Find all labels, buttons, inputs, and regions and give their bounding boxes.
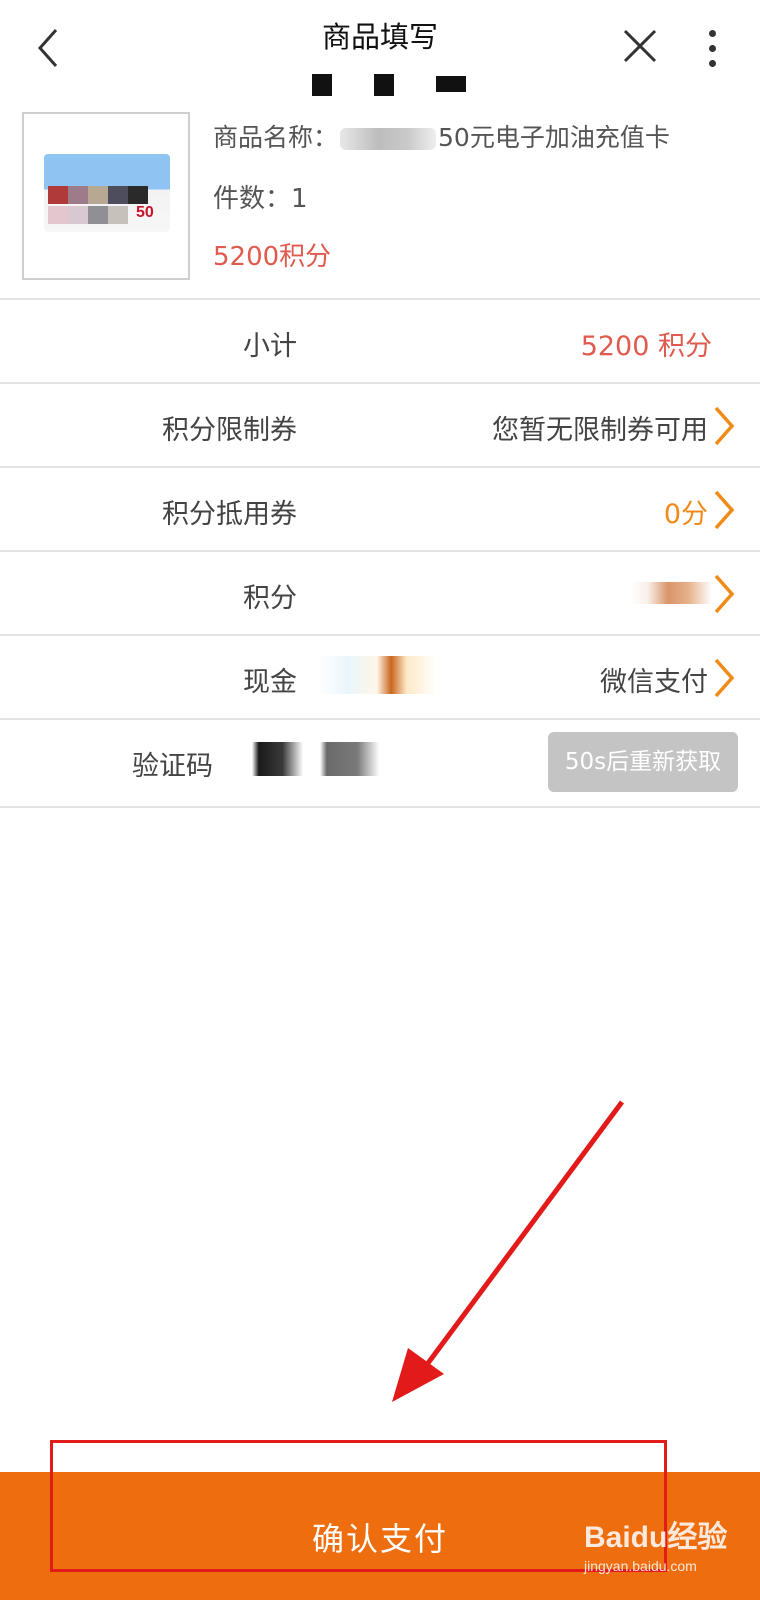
divider (0, 806, 760, 808)
top-bar: 商品填写 (0, 0, 760, 100)
close-icon (623, 29, 657, 63)
baidu-jingyan-watermark: Baidu经验 jingyan.baidu.com (584, 1512, 744, 1592)
product-points-price: 5200积分 (213, 242, 332, 272)
redacted-points-value (632, 582, 712, 604)
redacted-subtitle (312, 74, 332, 96)
product-summary: 50 商品名称： 50元电子加油充值卡 件数：1 5200积分 (0, 100, 760, 300)
chevron-right-icon (714, 658, 735, 698)
cash-payment-method: 微信支付 (600, 667, 708, 698)
cash-label: 现金 (243, 667, 297, 698)
points-row[interactable]: 积分 (0, 552, 760, 634)
watermark-url: jingyan.baidu.com (584, 1558, 697, 1574)
redacted-subtitle (374, 74, 394, 96)
limit-coupon-value: 您暂无限制券可用 (492, 415, 708, 446)
product-name-value: 50元电子加油充值卡 (438, 123, 670, 152)
redacted-cash-amount (318, 656, 436, 694)
product-quantity: 件数：1 (213, 184, 308, 214)
limit-coupon-row[interactable]: 积分限制券 您暂无限制券可用 (0, 384, 760, 466)
captcha-input[interactable] (252, 742, 422, 776)
card-value-label: 50 (136, 204, 154, 221)
annotation-arrow-icon (392, 1100, 625, 1402)
cash-row[interactable]: 现金 微信支付 (0, 636, 760, 718)
subtotal-label: 小计 (243, 331, 297, 362)
watermark-logo: Baidu经验 (584, 1521, 728, 1554)
deduct-coupon-value: 0分 (663, 499, 708, 530)
redacted-text (340, 128, 437, 150)
captcha-label: 验证码 (132, 751, 213, 782)
subtotal-value: 5200 积分 (580, 331, 712, 362)
redacted-subtitle (436, 76, 466, 92)
deduct-coupon-row[interactable]: 积分抵用券 0分 (0, 468, 760, 550)
product-name: 商品名称： 50元电子加油充值卡 (213, 118, 670, 154)
chevron-right-icon (714, 574, 735, 614)
product-name-label: 商品名称： (213, 123, 339, 152)
deduct-coupon-label: 积分抵用券 (162, 499, 297, 530)
subtotal-row: 小计 5200 积分 (0, 300, 760, 382)
points-label: 积分 (243, 583, 297, 614)
annotation-highlight-box (50, 1440, 667, 1572)
product-thumbnail: 50 (22, 112, 190, 280)
chevron-right-icon (714, 406, 735, 446)
captcha-row: 验证码 50s后重新获取 (0, 720, 760, 802)
chevron-right-icon (714, 490, 735, 530)
close-button[interactable] (620, 26, 660, 66)
limit-coupon-label: 积分限制券 (162, 415, 297, 446)
more-options-button[interactable] (700, 28, 730, 68)
resend-code-button[interactable]: 50s后重新获取 (548, 732, 738, 792)
gift-card-image: 50 (44, 154, 170, 232)
